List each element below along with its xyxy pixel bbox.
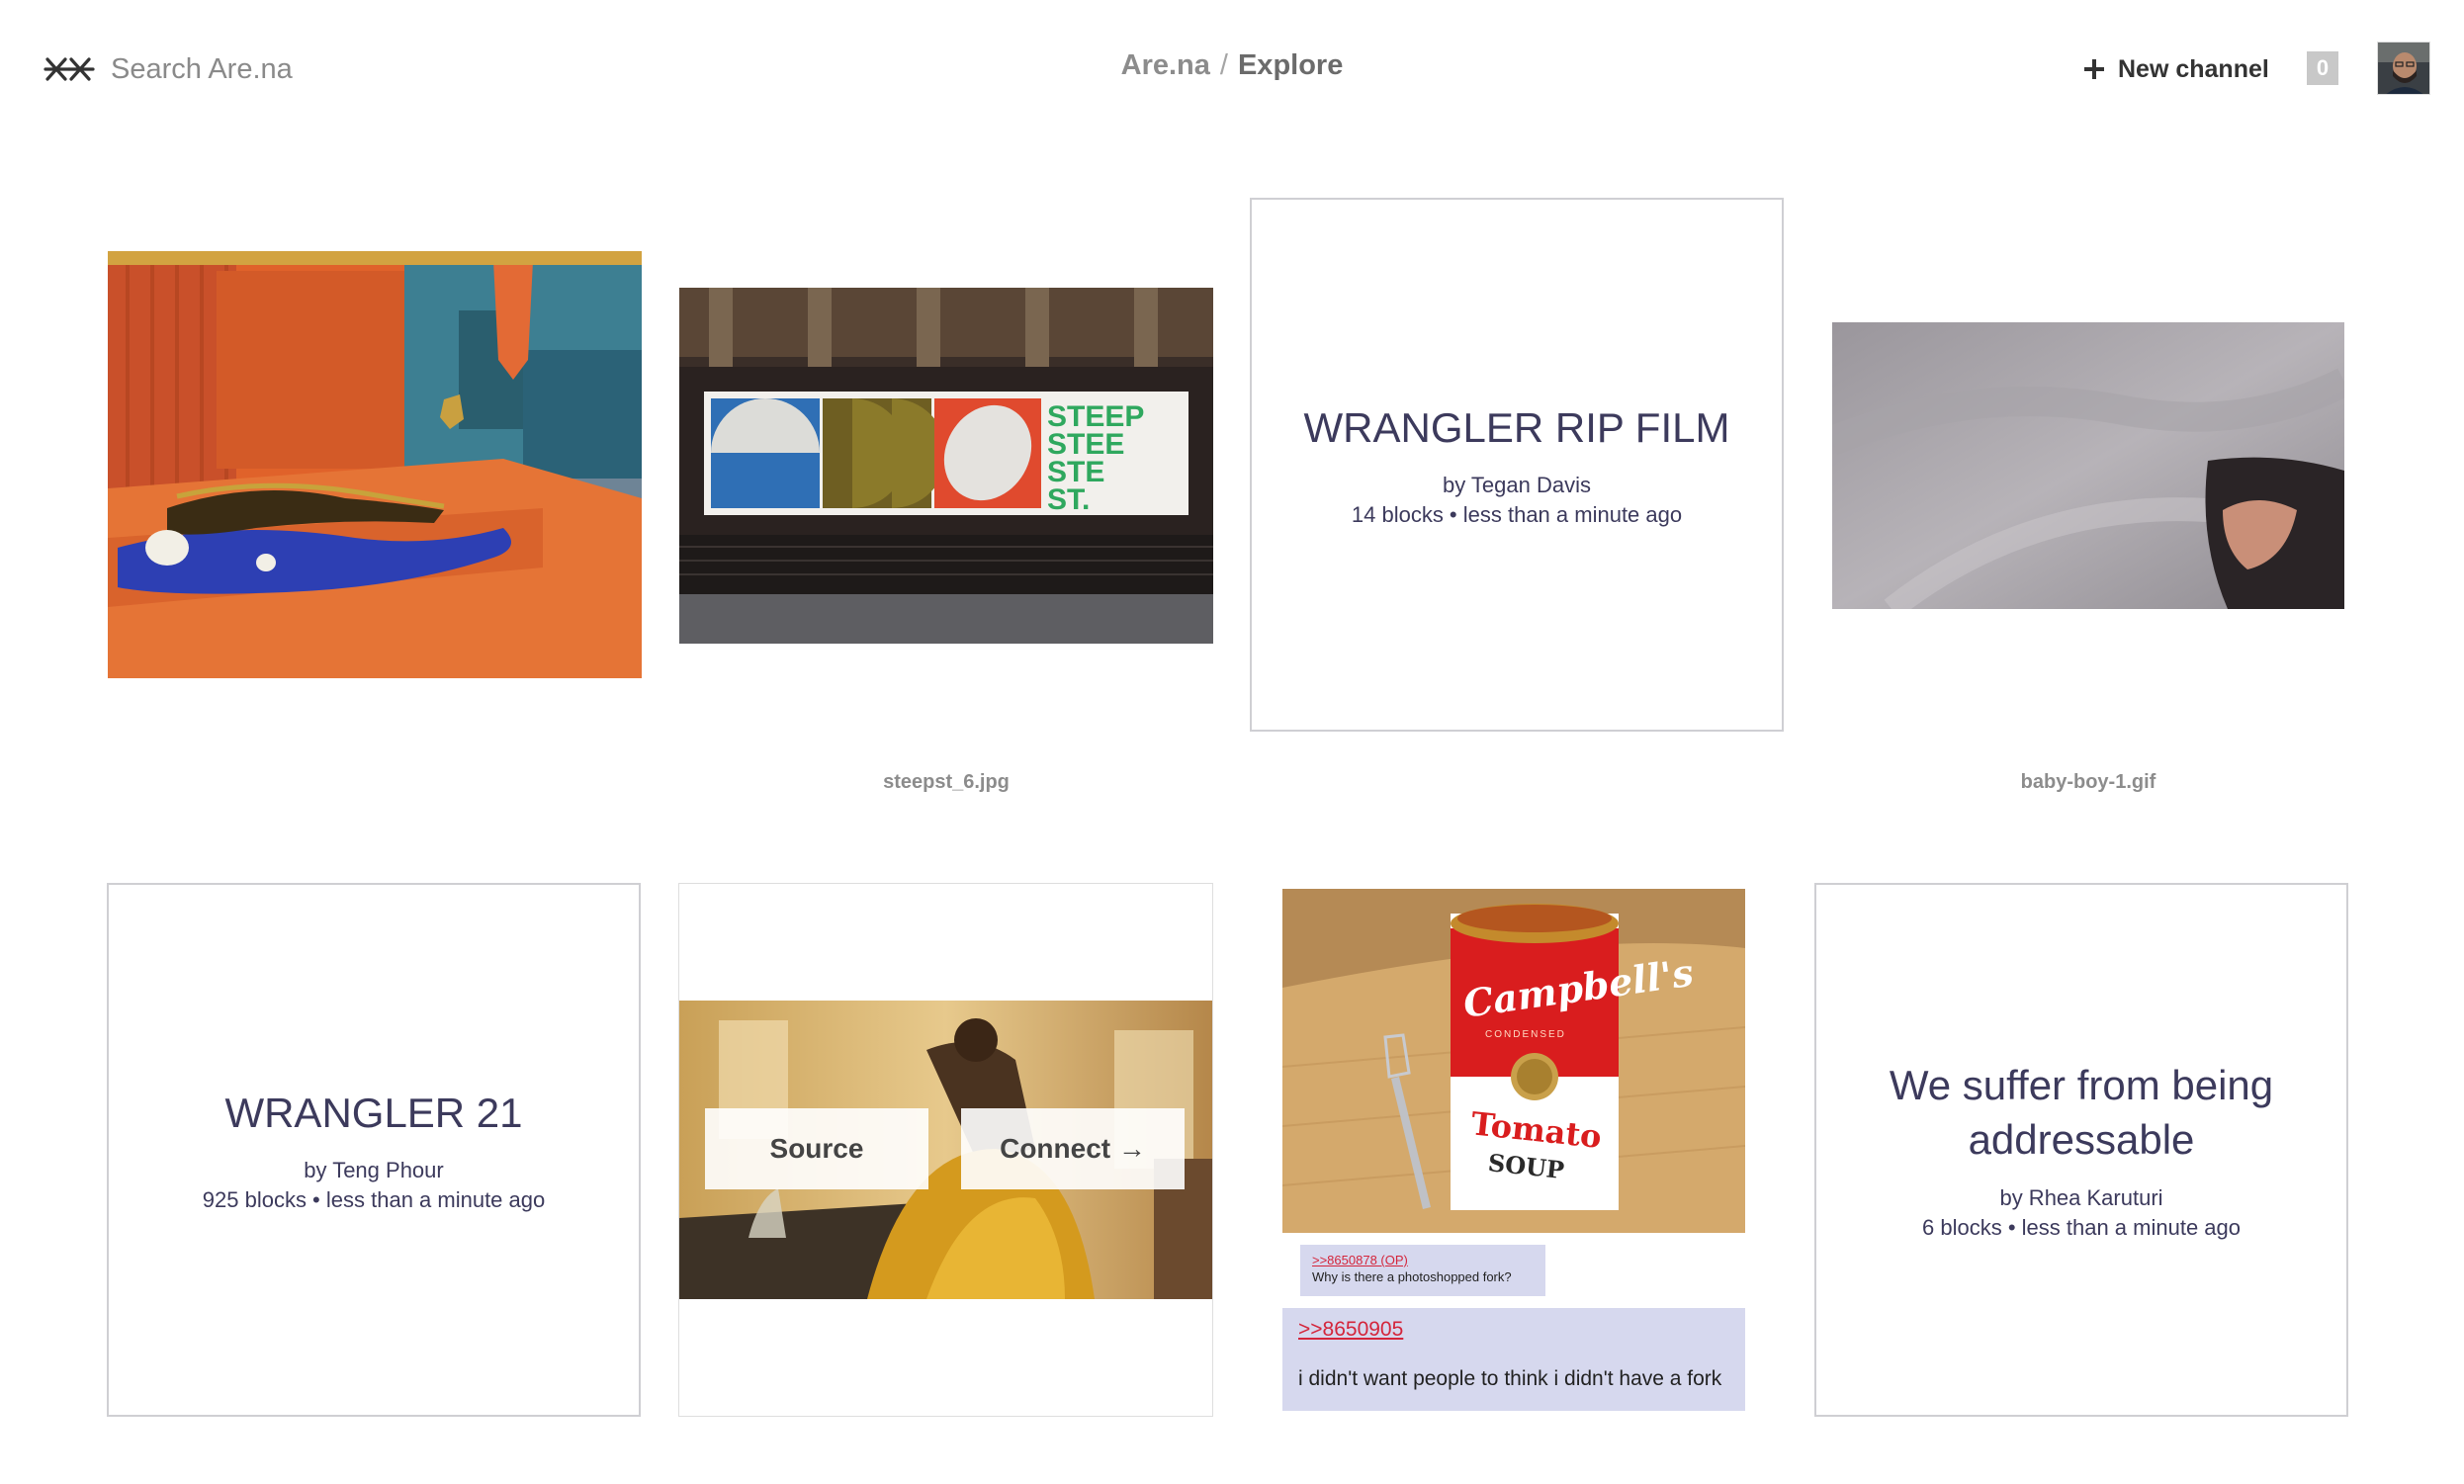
user-avatar[interactable] bbox=[2377, 42, 2430, 95]
channel-meta: 925 blocks • less than a minute ago bbox=[202, 1187, 546, 1213]
avatar-image bbox=[2378, 43, 2429, 94]
image-block-hover[interactable]: Source Connect → bbox=[678, 883, 1213, 1417]
reply-post: >>8650905 i didn't want people to think … bbox=[1282, 1308, 1745, 1411]
source-button[interactable]: Source bbox=[705, 1108, 928, 1189]
top-bar: Are.na / Explore New channel 0 bbox=[0, 0, 2464, 138]
billboard-image: STEEP STEE STE ST. bbox=[679, 288, 1213, 644]
billboard-text-4: ST. bbox=[1047, 483, 1090, 516]
fabric-image bbox=[1832, 322, 2344, 609]
image-block-baby-boy[interactable] bbox=[1832, 322, 2344, 609]
reply-text: Why is there a photoshopped fork? bbox=[1312, 1269, 1512, 1284]
channel-meta: 6 blocks • less than a minute ago bbox=[1922, 1214, 2241, 1240]
reply-link[interactable]: >>8650905 bbox=[1298, 1318, 1729, 1342]
soup-can-image: Campbell's CONDENSED Tomato SOUP bbox=[1282, 889, 1745, 1233]
image-block-painting[interactable] bbox=[108, 251, 642, 678]
channel-title: We suffer from being addressable bbox=[1889, 1062, 2274, 1163]
channel-title: WRANGLER 21 bbox=[224, 1089, 523, 1136]
breadcrumb-root-link[interactable]: Are.na bbox=[1121, 49, 1210, 81]
reply-link[interactable]: >>8650878 (OP) bbox=[1312, 1253, 1534, 1267]
channel-block[interactable]: We suffer from being addressable by Rhea… bbox=[1814, 883, 2348, 1417]
channel-meta: 14 blocks • less than a minute ago bbox=[1351, 502, 1683, 528]
channel-author[interactable]: by Rhea Karuturi bbox=[1999, 1185, 2162, 1211]
reply-text: i didn't want people to think i didn't h… bbox=[1298, 1367, 1722, 1390]
notification-count-badge[interactable]: 0 bbox=[2307, 51, 2338, 85]
channel-author[interactable]: by Tegan Davis bbox=[1443, 473, 1591, 498]
channel-author[interactable]: by Teng Phour bbox=[304, 1158, 443, 1183]
new-channel-button[interactable]: New channel bbox=[2084, 49, 2269, 89]
breadcrumb-current: Explore bbox=[1237, 49, 1344, 81]
new-channel-label: New channel bbox=[2118, 54, 2269, 83]
channel-block[interactable]: WRANGLER RIP FILM by Tegan Davis 14 bloc… bbox=[1250, 198, 1784, 732]
image-block-steepst[interactable]: STEEP STEE STE ST. bbox=[679, 288, 1213, 644]
channel-title: WRANGLER RIP FILM bbox=[1303, 403, 1730, 451]
plus-icon bbox=[2084, 59, 2104, 79]
can-sub: CONDENSED bbox=[1485, 1029, 1566, 1040]
breadcrumb-separator: / bbox=[1219, 49, 1228, 81]
image-block-soup-thread[interactable]: Campbell's CONDENSED Tomato SOUP >>86508… bbox=[1282, 889, 1745, 1411]
reply-post-op: >>8650878 (OP) Why is there a photoshopp… bbox=[1300, 1245, 1545, 1296]
block-filename: baby-boy-1.gif bbox=[2020, 771, 2156, 793]
connect-button[interactable]: Connect → bbox=[961, 1108, 1185, 1189]
block-filename: steepst_6.jpg bbox=[883, 771, 1010, 793]
channel-block[interactable]: WRANGLER 21 by Teng Phour 925 blocks • l… bbox=[107, 883, 641, 1417]
painting-image bbox=[108, 251, 642, 678]
